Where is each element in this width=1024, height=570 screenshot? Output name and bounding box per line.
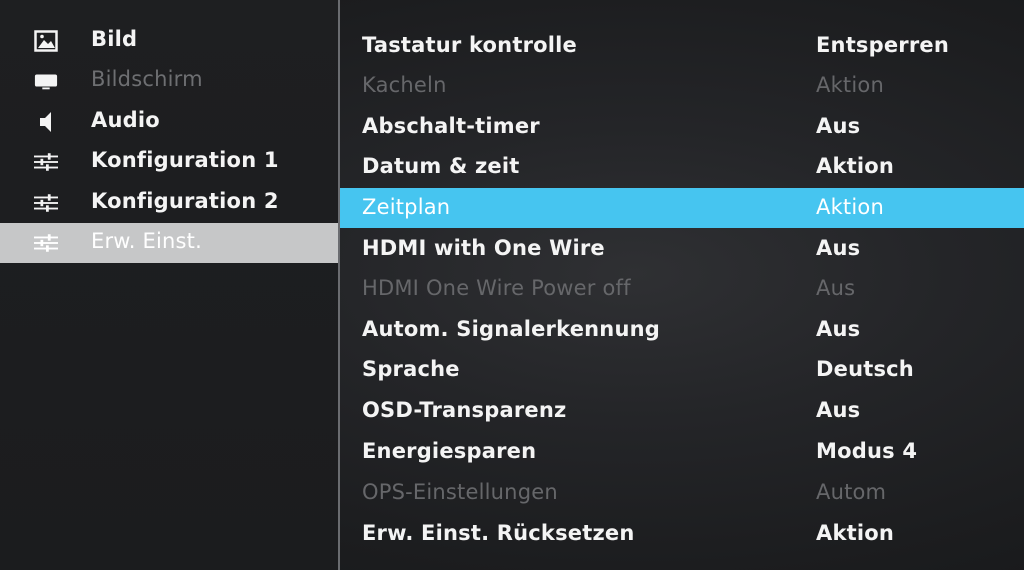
- menu-row-sprache[interactable]: Sprache Deutsch: [340, 350, 1024, 390]
- row-value: Aktion: [816, 73, 884, 97]
- menu-row-tastatur-kontrolle[interactable]: Tastatur kontrolle Entsperren: [340, 26, 1024, 66]
- menu-row-kacheln[interactable]: Kacheln Aktion: [340, 66, 1024, 106]
- row-value: Aktion: [816, 154, 895, 178]
- sidebar-item-bild[interactable]: Bild: [0, 21, 338, 61]
- menu-row-autom-signalerkennung[interactable]: Autom. Signalerkennung Aus: [340, 310, 1024, 350]
- sidebar: Bild Bildschirm Audio Konfiguration 1 Ko…: [0, 0, 338, 570]
- row-label: Erw. Einst. Rücksetzen: [362, 521, 635, 545]
- row-value: Modus 4: [816, 439, 918, 463]
- menu-row-hdmi-one-wire-power-off[interactable]: HDMI One Wire Power off Aus: [340, 269, 1024, 309]
- row-value: Aktion: [816, 521, 895, 545]
- sliders-icon: [34, 151, 58, 173]
- sliders-icon: [34, 192, 58, 214]
- sidebar-item-audio[interactable]: Audio: [0, 102, 338, 142]
- row-value: Aus: [816, 236, 861, 260]
- row-label: Abschalt-timer: [362, 114, 540, 138]
- sidebar-item-label: Audio: [91, 108, 160, 132]
- sidebar-item-label: Konfiguration 2: [91, 189, 279, 213]
- sidebar-item-bildschirm[interactable]: Bildschirm: [0, 61, 338, 101]
- menu-row-hdmi-one-wire[interactable]: HDMI with One Wire Aus: [340, 229, 1024, 269]
- row-label: Sprache: [362, 357, 460, 381]
- row-label: HDMI with One Wire: [362, 236, 605, 260]
- picture-icon: [34, 30, 58, 52]
- menu-row-erw-einst-ruecksetzen[interactable]: Erw. Einst. Rücksetzen Aktion: [340, 514, 1024, 554]
- sliders-icon: [34, 232, 58, 254]
- sidebar-item-label: Erw. Einst.: [91, 229, 202, 253]
- row-label: OPS-Einstellungen: [362, 480, 558, 504]
- sidebar-item-label: Bild: [91, 27, 138, 51]
- menu-row-ops-einstellungen[interactable]: OPS-Einstellungen Autom: [340, 473, 1024, 513]
- osd-menu-screen: Bild Bildschirm Audio Konfiguration 1 Ko…: [0, 0, 1024, 570]
- row-label: Datum & zeit: [362, 154, 520, 178]
- row-value: Entsperren: [816, 33, 950, 57]
- row-value: Deutsch: [816, 357, 914, 381]
- row-value: Aus: [816, 398, 861, 422]
- monitor-icon: [34, 70, 58, 92]
- menu-row-energiesparen[interactable]: Energiesparen Modus 4: [340, 432, 1024, 472]
- row-label: OSD-Transparenz: [362, 398, 567, 422]
- menu-row-osd-transparenz[interactable]: OSD-Transparenz Aus: [340, 391, 1024, 431]
- menu-row-zeitplan[interactable]: Zeitplan Aktion: [340, 188, 1024, 228]
- row-label: Autom. Signalerkennung: [362, 317, 660, 341]
- sidebar-item-label: Bildschirm: [91, 67, 203, 91]
- speaker-icon: [34, 111, 58, 133]
- row-label: Tastatur kontrolle: [362, 33, 577, 57]
- row-label: HDMI One Wire Power off: [362, 276, 631, 300]
- row-value: Aus: [816, 317, 861, 341]
- sidebar-item-konfiguration-1[interactable]: Konfiguration 1: [0, 142, 338, 182]
- sidebar-item-konfiguration-2[interactable]: Konfiguration 2: [0, 183, 338, 223]
- sidebar-item-label: Konfiguration 1: [91, 148, 279, 172]
- row-value: Autom: [816, 480, 887, 504]
- row-value: Aus: [816, 276, 856, 300]
- menu-row-abschalt-timer[interactable]: Abschalt-timer Aus: [340, 107, 1024, 147]
- row-label: Zeitplan: [362, 195, 451, 219]
- sidebar-item-erw-einst[interactable]: Erw. Einst.: [0, 223, 338, 263]
- menu-row-datum-zeit[interactable]: Datum & zeit Aktion: [340, 147, 1024, 187]
- row-label: Kacheln: [362, 73, 447, 97]
- row-value: Aus: [816, 114, 861, 138]
- row-value: Aktion: [816, 195, 884, 219]
- row-label: Energiesparen: [362, 439, 537, 463]
